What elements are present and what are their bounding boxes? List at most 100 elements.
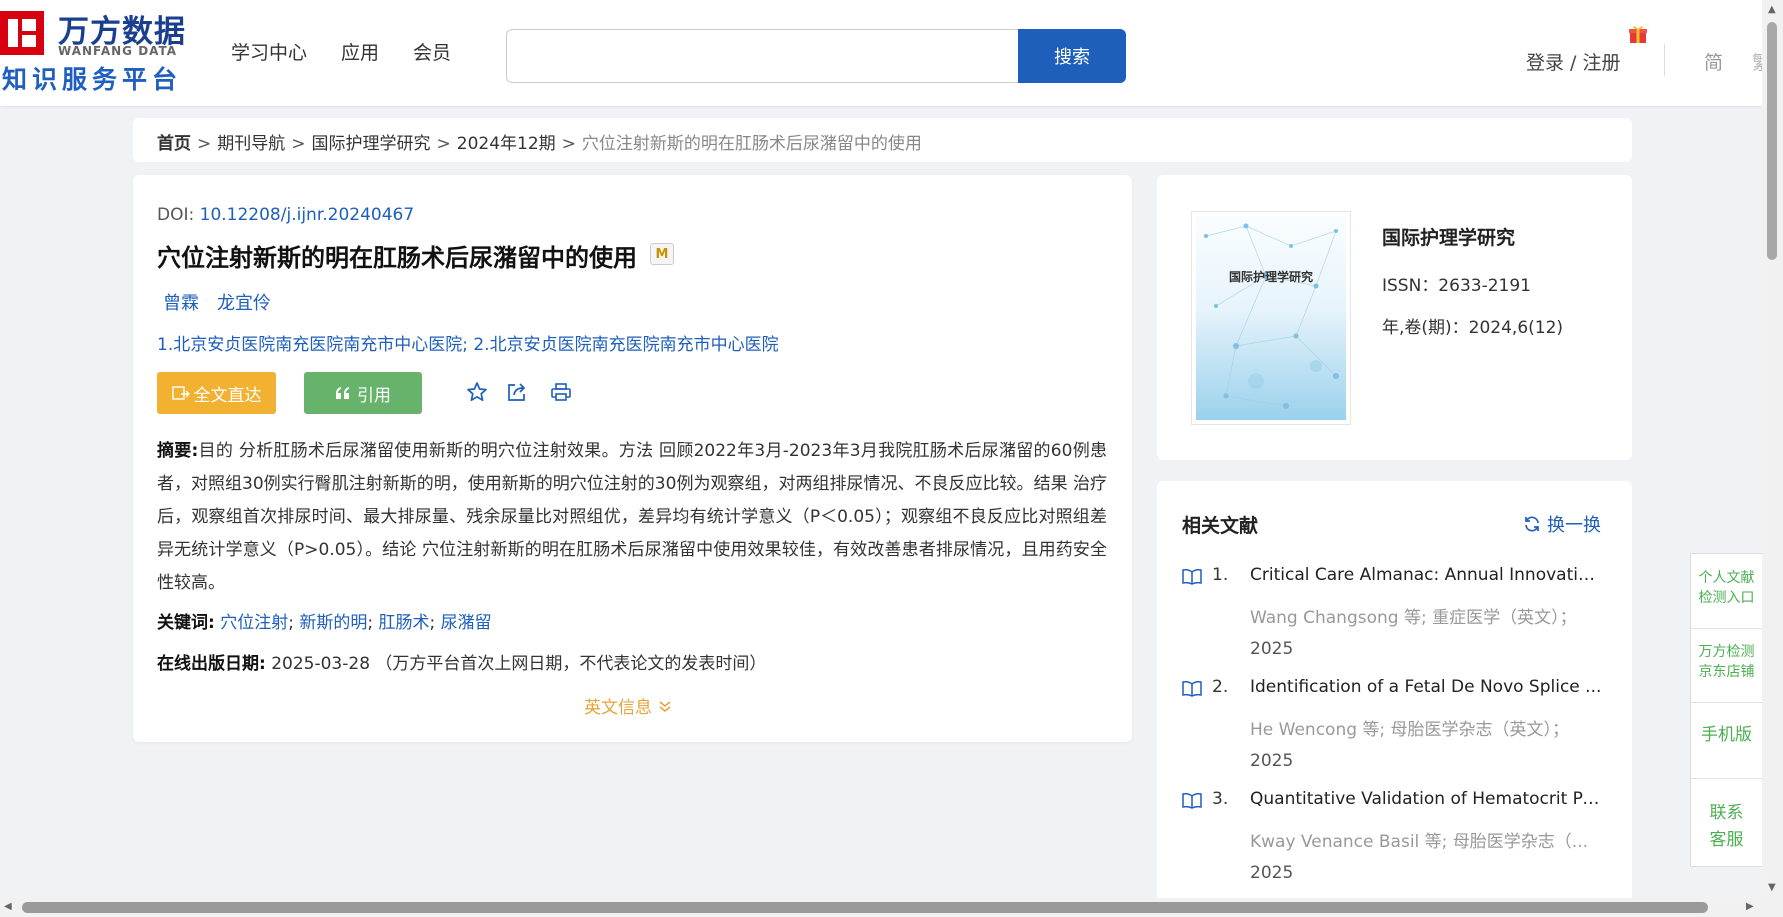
search-input[interactable] [506,29,1020,83]
float-label: 京东店铺 [1698,664,1755,680]
personal-check-entry[interactable]: 个人文献 检测入口 [1691,568,1762,608]
book-icon [1182,681,1202,697]
abstract: 摘要:目的 分析肛肠术后尿潴留使用新斯的明穴位注射效果。方法 回顾2022年3月… [157,435,1107,600]
doi-label: DOI: [157,205,195,225]
horizontal-scrollbar[interactable]: ◀ ▶ [0,898,1762,917]
journal-name[interactable]: 国际护理学研究 [1382,223,1515,250]
related-meta[interactable]: Kway Venance Basil 等; 母胎医学杂志（... [1250,827,1605,852]
pubdate-note: （万方平台首次上网日期，不代表论文的发表时间） [375,654,767,674]
floating-service-bar: 个人文献 检测入口 万方检测 京东店铺 手机版 联系 客服 [1690,553,1763,867]
wanfang-logo-icon[interactable] [0,11,44,55]
share-icon[interactable] [506,381,528,403]
keyword-link[interactable]: 肛肠术 [379,613,430,633]
related-year: 2025 [1250,639,1294,659]
keyword-link[interactable]: 穴位注射 [220,613,288,633]
star-icon[interactable] [466,381,488,403]
quote-icon [336,387,349,399]
horizontal-scroll-thumb[interactable] [22,902,1708,913]
related-meta[interactable]: He Wencong 等; 母胎医学杂志（英文）； [1250,715,1605,740]
contact-support-link[interactable]: 联系 客服 [1691,800,1762,854]
lang-simplified[interactable]: 简 [1704,48,1723,75]
item-number: 2. [1212,677,1229,697]
cover-network-pattern [1204,223,1339,409]
doi-line: DOI: 10.12208/j.ijnr.20240467 [157,205,414,225]
journal-volume: 年,卷(期)：2024,6(12) [1382,318,1564,338]
journal-cover[interactable]: 国际护理学研究 [1191,211,1351,425]
article-title: 穴位注射新斯的明在肛肠术后尿潴留中的使用 [157,244,637,272]
scroll-right-arrow-icon[interactable]: ▶ [1746,901,1754,912]
related-year: 2025 [1250,751,1294,771]
keywords: 关键词: 穴位注射; 新斯的明; 肛肠术; 尿潴留 [157,613,492,633]
breadcrumb-current: 穴位注射新斯的明在肛肠术后尿潴留中的使用 [581,134,922,154]
search-button[interactable]: 搜索 [1018,29,1126,83]
float-divider [1691,702,1762,703]
breadcrumb-home[interactable]: 首页 [157,134,191,154]
refresh-label: 换一换 [1547,515,1601,536]
related-title-link[interactable]: Identification of a Fetal De Novo Splice… [1250,677,1605,697]
related-literature-panel: 相关文献 换一换 1. Critical Care Almanac: Annua… [1157,481,1632,917]
item-number: 3. [1212,789,1229,809]
fulltext-button[interactable]: 全文直达 [157,372,276,414]
breadcrumb: 首页 > 期刊导航 > 国际护理学研究 >2024年12期 > 穴位注射新斯的明在肛肠术后尿潴… [133,118,1632,162]
float-label: 个人文献 [1698,570,1755,586]
pubdate-value: 2025-03-28 [271,654,371,674]
float-label: 联系 [1709,803,1744,823]
abstract-label: 摘要: [157,441,199,461]
list-item: 3. Quantitative Validation of Hematocrit… [1182,789,1612,889]
jd-store-entry[interactable]: 万方检测 京东店铺 [1691,642,1762,682]
item-number: 1. [1212,565,1229,585]
journal-issn: ISSN：2633-2191 [1382,276,1531,296]
nav-learning-center[interactable]: 学习中心 [231,38,307,65]
float-label: 客服 [1709,830,1744,850]
float-label: 检测入口 [1698,590,1755,606]
author-link[interactable]: 曾霖 [163,289,199,315]
print-icon[interactable] [550,381,572,403]
keyword-link[interactable]: 新斯的明 [299,613,367,633]
mobile-version-link[interactable]: 手机版 [1691,722,1762,749]
related-title-link[interactable]: Quantitative Validation of Hematocrit Pe… [1250,789,1605,809]
related-title: 相关文献 [1182,515,1259,537]
nav-membership[interactable]: 会员 [413,38,451,65]
pubdate-label: 在线出版日期: [157,654,266,674]
list-item: 2. Identification of a Fetal De Novo Spl… [1182,677,1612,777]
scroll-left-arrow-icon[interactable]: ◀ [4,901,12,912]
affiliations[interactable]: 1.北京安贞医院南充医院南充市中心医院; 2.北京安贞医院南充医院南充市中心医院 [157,330,779,355]
vertical-scrollbar[interactable]: ▲ ▼ [1762,0,1783,917]
breadcrumb-issue[interactable]: 2024年12期 [457,134,556,154]
mendeley-icon[interactable]: M [650,243,674,265]
refresh-button[interactable]: 换一换 [1523,511,1601,537]
breadcrumb-journal-nav[interactable]: 期刊导航 [217,134,285,154]
breadcrumb-separator: > [197,134,212,154]
related-title-link[interactable]: Critical Care Almanac: Annual Innovation… [1250,565,1605,585]
double-chevron-down-icon [659,700,671,712]
float-label: 万方检测 [1698,644,1755,660]
author-link[interactable]: 龙宜伶 [217,289,271,315]
book-icon [1182,569,1202,585]
scroll-up-arrow-icon[interactable]: ▲ [1768,4,1776,15]
keyword-link[interactable]: 尿潴留 [441,613,492,633]
cover-title: 国际护理学研究 [1228,270,1313,284]
gift-icon[interactable] [1628,24,1648,44]
fulltext-label: 全文直达 [193,385,262,406]
breadcrumb-separator: > [561,134,576,154]
related-meta[interactable]: Wang Changsong 等; 重症医学（英文）； [1250,603,1605,628]
header-divider [1664,44,1665,76]
cite-button[interactable]: 引用 [304,372,422,414]
login-register-link[interactable]: 登录 / 注册 [1526,48,1620,75]
related-year: 2025 [1250,863,1294,883]
keywords-label: 关键词: [157,613,215,633]
breadcrumb-separator: > [291,134,306,154]
book-icon [1182,793,1202,809]
lang-traditional[interactable]: 繁 [1752,48,1762,75]
vertical-scroll-thumb[interactable] [1767,22,1777,260]
breadcrumb-journal[interactable]: 国际护理学研究 [312,134,431,154]
nav-applications[interactable]: 应用 [341,38,379,65]
english-info-toggle[interactable]: 英文信息 [584,693,672,718]
doi-link[interactable]: 10.12208/j.ijnr.20240467 [200,205,415,225]
english-info-label: 英文信息 [584,698,652,718]
float-divider [1691,778,1762,779]
cite-label: 引用 [357,385,391,406]
refresh-icon [1525,516,1539,532]
scroll-down-arrow-icon[interactable]: ▼ [1768,882,1776,893]
logo-subtitle[interactable]: 知识服务平台 [2,60,182,96]
